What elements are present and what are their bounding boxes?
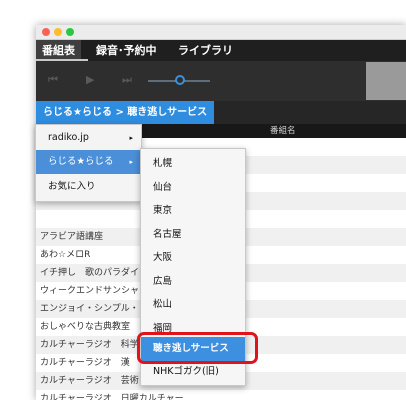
breadcrumb-bar: らじる★らじる > 聴き逃しサービス [36, 101, 406, 124]
menu-item-label: radiko.jp [48, 132, 89, 143]
submenu-item-matsuyama[interactable]: 松山 [141, 293, 245, 317]
menu-item-label: らじる★らじる [48, 156, 114, 167]
play-icon[interactable]: ▶ [86, 73, 94, 86]
menu-program-guide[interactable]: 番組表 [36, 40, 81, 61]
breadcrumb[interactable]: らじる★らじる > 聴き逃しサービス [36, 101, 215, 124]
close-window-button[interactable] [42, 28, 50, 36]
previous-icon[interactable]: ⏮ [48, 73, 58, 87]
artwork-panel [366, 62, 406, 100]
list-item[interactable]: カルチャーラジオ 日曜カルチャー [36, 390, 406, 400]
submenu-item-nagoya[interactable]: 名古屋 [141, 223, 245, 247]
submenu-item-tokyo[interactable]: 東京 [141, 199, 245, 223]
zoom-window-button[interactable] [66, 28, 74, 36]
player-controls: ⏮ ▶ ⏭ [36, 61, 406, 101]
menu-item-label: お気に入り [48, 181, 96, 192]
chevron-right-icon: ▸ [129, 158, 133, 166]
menu-library[interactable]: ライブラリ [172, 40, 239, 61]
highlight-annotation-box [137, 332, 258, 364]
menu-item-radiko[interactable]: radiko.jp ▸ [36, 126, 141, 150]
chevron-right-icon: ▸ [129, 134, 133, 142]
column-header-program-name[interactable]: 番組名 [270, 124, 296, 138]
minimize-window-button[interactable] [54, 28, 62, 36]
submenu-item-hiroshima[interactable]: 広島 [141, 270, 245, 294]
menu-item-favorites[interactable]: お気に入り [36, 175, 141, 199]
volume-slider-knob[interactable] [175, 75, 185, 85]
submenu-item-sendai[interactable]: 仙台 [141, 176, 245, 200]
menu-recordings[interactable]: 録音･予約中 [90, 40, 163, 61]
title-bar [36, 25, 406, 40]
submenu-item-sapporo[interactable]: 札幌 [141, 152, 245, 176]
main-menubar: 番組表 録音･予約中 ライブラリ [36, 40, 406, 61]
submenu-item-osaka[interactable]: 大阪 [141, 246, 245, 270]
menu-item-radiru[interactable]: らじる★らじる ▸ [36, 150, 141, 174]
station-source-menu: radiko.jp ▸ らじる★らじる ▸ お気に入り [35, 124, 142, 202]
next-icon[interactable]: ⏭ [122, 73, 132, 87]
